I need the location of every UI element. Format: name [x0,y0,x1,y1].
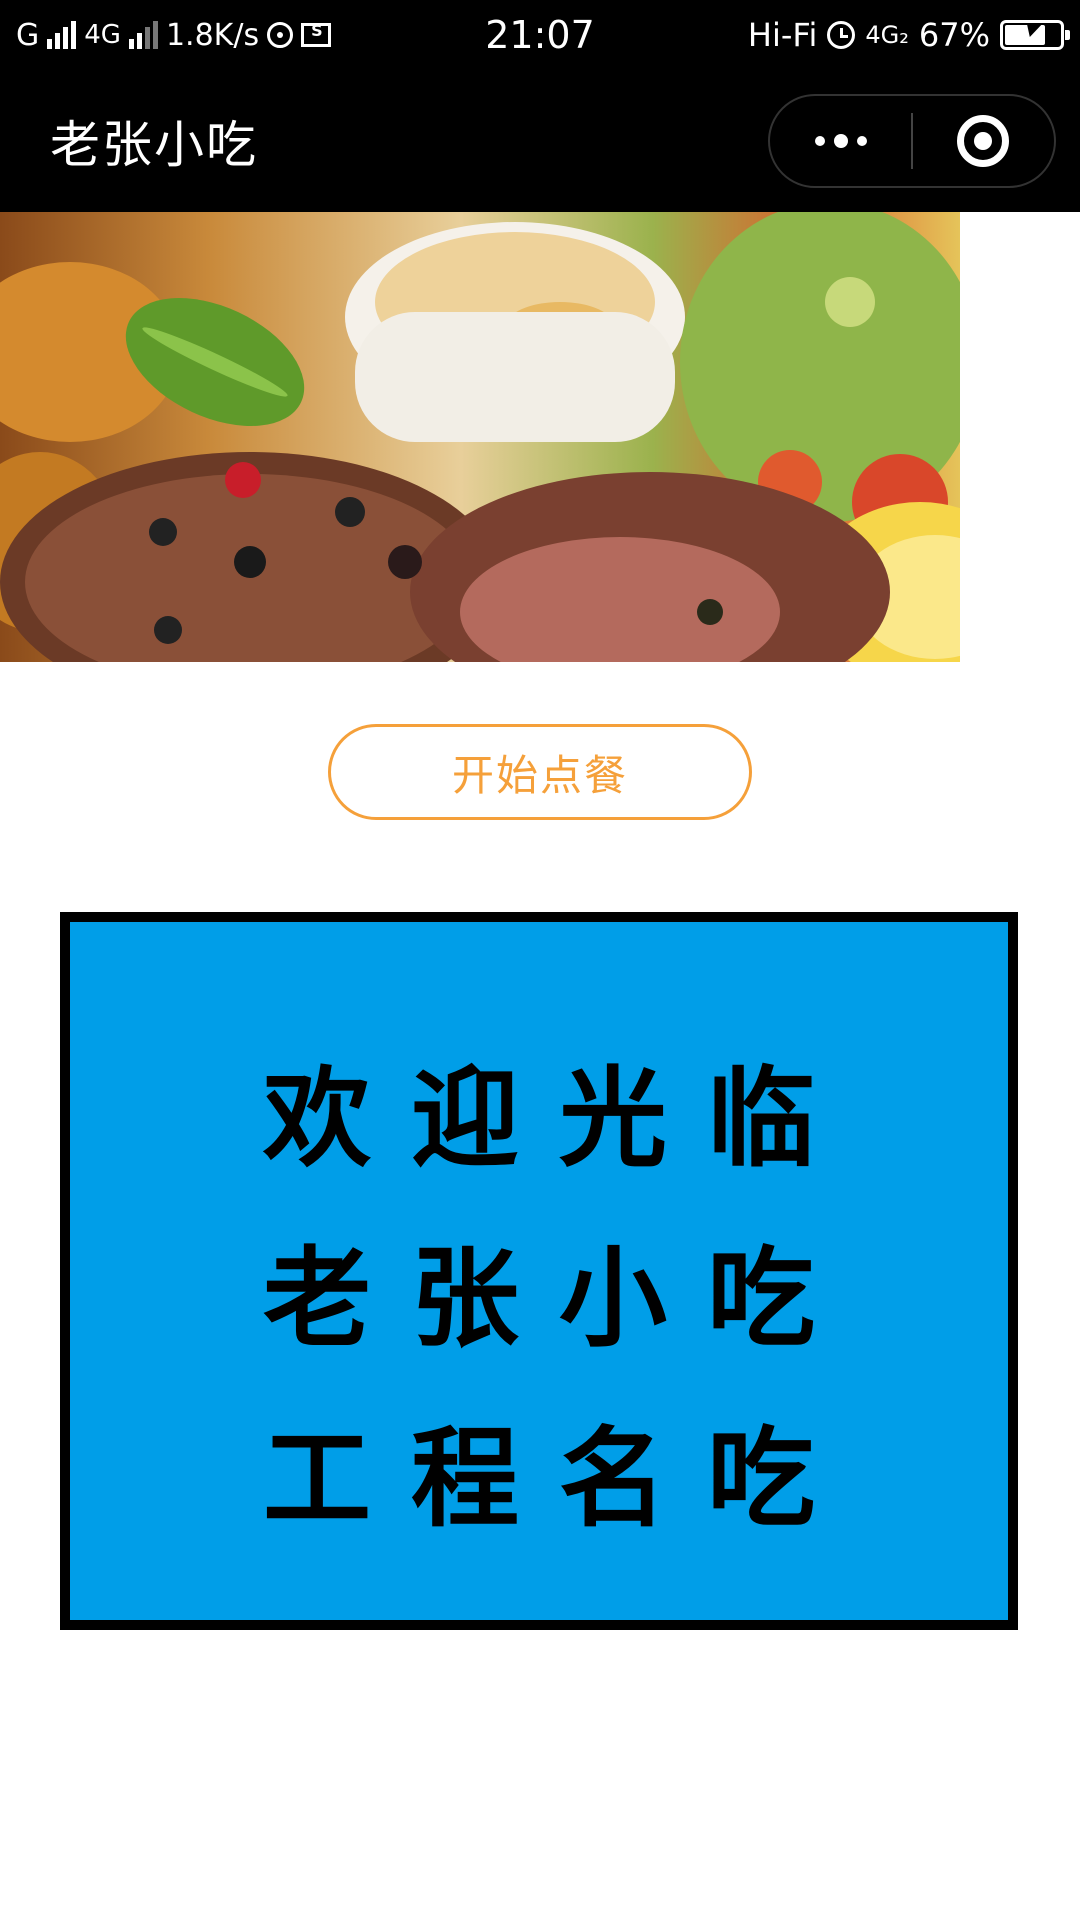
hifi-label: Hi-Fi [747,16,818,54]
status-right: Hi-Fi 4G₂ 67% [747,0,1070,70]
alarm-icon [827,21,856,49]
start-ordering-button[interactable]: 开始点餐 [328,724,752,820]
welcome-board: 欢迎光临 老张小吃 工程名吃 [60,912,1018,1630]
food-banner-image [0,212,960,662]
battery-percent: 67% [918,16,990,54]
food-illustration [0,212,960,662]
network-type-label: 4G₂ [865,21,909,49]
battery-icon [1000,20,1070,50]
mini-program-page: G 4G 1.8K/s 21:07 Hi-Fi 4G₂ 67% 老张小吃 [0,0,1080,1920]
more-dots-icon[interactable] [770,96,911,186]
target-close-icon[interactable] [913,96,1054,186]
welcome-line-3: 工程名吃 [262,1416,855,1542]
menu-capsule [768,94,1056,188]
page-title: 老张小吃 [50,116,258,174]
welcome-line-2: 老张小吃 [262,1236,855,1362]
status-bar: G 4G 1.8K/s 21:07 Hi-Fi 4G₂ 67% [0,0,1080,70]
navigation-bar: 老张小吃 [0,70,1080,212]
welcome-line-1: 欢迎光临 [262,1056,855,1182]
